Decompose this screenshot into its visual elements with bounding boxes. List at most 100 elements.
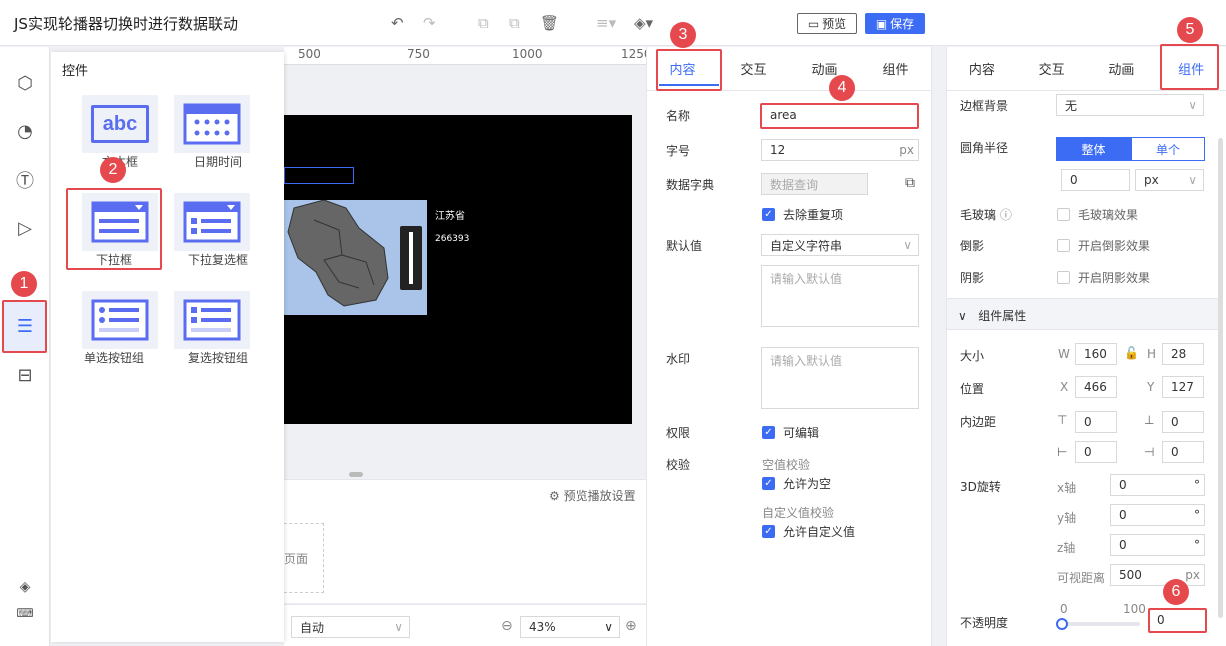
tab-component[interactable]: 组件	[860, 47, 931, 90]
radius-whole-button[interactable]: 整体	[1056, 137, 1131, 161]
permission-label: 权限	[666, 426, 691, 440]
tile-dropdown-checkbox[interactable]	[174, 193, 250, 251]
w-label: W	[1058, 347, 1070, 361]
y-field[interactable]: 127	[1162, 376, 1204, 398]
y-axis-label: y轴	[1057, 511, 1077, 525]
default-select[interactable]: 自定义字符串 ∨	[761, 234, 919, 256]
validate-label: 校验	[666, 458, 691, 472]
x-axis-field[interactable]: 0 °	[1110, 474, 1205, 496]
position-label: 位置	[960, 382, 985, 396]
radius-single-button[interactable]: 单个	[1131, 137, 1205, 161]
default-textarea[interactable]: 请输入默认值	[761, 265, 919, 327]
tile-textbox[interactable]: abc	[82, 95, 158, 153]
component-tab-highlight	[1160, 44, 1219, 90]
delete-icon[interactable]: 🗑	[540, 14, 559, 32]
panel-scrollbar[interactable]	[1218, 138, 1223, 618]
undo-icon[interactable]: ↶	[391, 14, 404, 32]
save-button[interactable]: ▣ 保存	[865, 13, 925, 34]
width-field[interactable]: 160	[1075, 343, 1117, 365]
x-label: X	[1060, 380, 1069, 394]
reflect-checkbox[interactable]: 开启倒影效果	[1057, 237, 1150, 254]
selected-dropdown-widget[interactable]	[284, 167, 354, 184]
archive-icon[interactable]: ⊟	[12, 362, 38, 388]
control-panel-heading: 控件	[62, 64, 89, 79]
dict-field[interactable]: 数据查询	[761, 173, 868, 195]
zoom-select[interactable]: 43% ∨	[520, 616, 620, 638]
padding-top-icon: ⊤	[1057, 413, 1068, 427]
radius-unit-select[interactable]: px ∨	[1135, 169, 1204, 191]
tab-interaction[interactable]: 交互	[718, 47, 789, 90]
visual-map-slider[interactable]	[400, 226, 422, 290]
tab-interaction[interactable]: 交互	[1017, 47, 1087, 90]
gear-icon: ⚙	[549, 489, 564, 503]
opacity-slider-thumb[interactable]	[1056, 618, 1068, 630]
opacity-slider[interactable]	[1062, 622, 1140, 626]
padding-right-field[interactable]: 0	[1162, 441, 1204, 463]
tile-datetime[interactable]	[174, 95, 250, 153]
check-icon: ✓	[762, 208, 775, 221]
shadow-checkbox[interactable]: 开启阴影效果	[1057, 269, 1150, 286]
radio-group-icon	[91, 299, 149, 341]
padding-top-field[interactable]: 0	[1075, 411, 1117, 433]
view-distance-field[interactable]: 500 px	[1110, 564, 1205, 586]
redo-icon[interactable]: ↷	[423, 14, 436, 32]
border-bg-select[interactable]: 无 ∨	[1056, 94, 1204, 116]
padding-bottom-field[interactable]: 0	[1162, 411, 1204, 433]
open-dict-icon[interactable]: ⧉	[905, 175, 915, 191]
editable-checkbox[interactable]: ✓ 可编辑	[762, 424, 819, 441]
x-field[interactable]: 466	[1075, 376, 1117, 398]
step-badge-2: 2	[100, 157, 126, 183]
pie-chart-icon[interactable]: ◔	[12, 118, 38, 144]
dict-label: 数据字典	[666, 178, 715, 192]
monitor-icon: ▭	[807, 16, 820, 31]
text-icon[interactable]: Ⓣ	[12, 167, 38, 193]
allow-custom-checkbox[interactable]: ✓ 允许自定义值	[762, 523, 855, 540]
zoom-in-icon[interactable]: ⊕	[625, 618, 637, 634]
height-field[interactable]: 28	[1162, 343, 1204, 365]
copy-icon[interactable]: ⧉	[478, 14, 489, 32]
blur-checkbox[interactable]: 毛玻璃效果	[1057, 206, 1138, 223]
y-axis-field[interactable]: 0 °	[1110, 504, 1205, 526]
tile-label: 单选按钮组	[83, 351, 144, 365]
tab-content[interactable]: 内容	[947, 47, 1017, 90]
name-label: 名称	[666, 109, 691, 123]
align-icon[interactable]: ≡▾	[596, 14, 616, 32]
chevron-down-icon: ∨	[1188, 98, 1197, 112]
zoom-out-icon[interactable]: ⊖	[501, 618, 513, 634]
lock-icon[interactable]: 🔓	[1124, 346, 1139, 360]
watermark-textarea[interactable]: 请输入默认值	[761, 347, 919, 409]
dedupe-checkbox[interactable]: ✓ 去除重复项	[762, 206, 843, 223]
paste-icon[interactable]: ⧉	[509, 14, 520, 32]
name-field[interactable]: area	[770, 108, 797, 122]
layers-icon[interactable]: ◈	[12, 574, 38, 600]
check-icon: ✓	[762, 525, 775, 538]
content-tab-highlight	[656, 49, 722, 91]
opacity-field[interactable]: 0	[1157, 613, 1165, 627]
custom-validate-label: 自定义值校验	[762, 506, 835, 520]
fontsize-label: 字号	[666, 144, 691, 158]
shadow-label: 阴影	[960, 271, 985, 285]
preview-button[interactable]: ▭ 预览	[797, 13, 857, 34]
textbox-icon: abc	[91, 105, 149, 143]
allow-empty-checkbox[interactable]: ✓ 允许为空	[762, 475, 831, 492]
keyboard-icon[interactable]: ⌨	[12, 600, 38, 626]
default-label: 默认值	[666, 239, 703, 253]
tab-animation[interactable]: 动画	[1087, 47, 1157, 90]
horizontal-scrollbar[interactable]	[349, 472, 363, 477]
video-icon[interactable]: ▷	[12, 215, 38, 241]
auto-select[interactable]: 自动 ∨	[291, 616, 410, 638]
padding-left-field[interactable]: 0	[1075, 441, 1117, 463]
cube-icon[interactable]: ⬡	[12, 70, 38, 96]
layer-icon[interactable]: ◈▾	[634, 14, 653, 32]
z-axis-field[interactable]: 0 °	[1110, 534, 1205, 556]
help-icon[interactable]: ⓘ	[1000, 208, 1012, 222]
radius-value-field[interactable]: 0	[1061, 169, 1130, 191]
checkbox-group-icon	[183, 299, 241, 341]
tile-dropdown[interactable]	[82, 193, 158, 251]
x-axis-label: x轴	[1057, 481, 1077, 495]
tile-radio-group[interactable]	[82, 291, 158, 349]
fontsize-field[interactable]: 12 px	[761, 139, 919, 161]
tile-checkbox-group[interactable]	[174, 291, 250, 349]
preview-settings-link[interactable]: ⚙ 预览播放设置	[549, 487, 636, 504]
padding-left-icon: ⊢	[1057, 445, 1068, 459]
